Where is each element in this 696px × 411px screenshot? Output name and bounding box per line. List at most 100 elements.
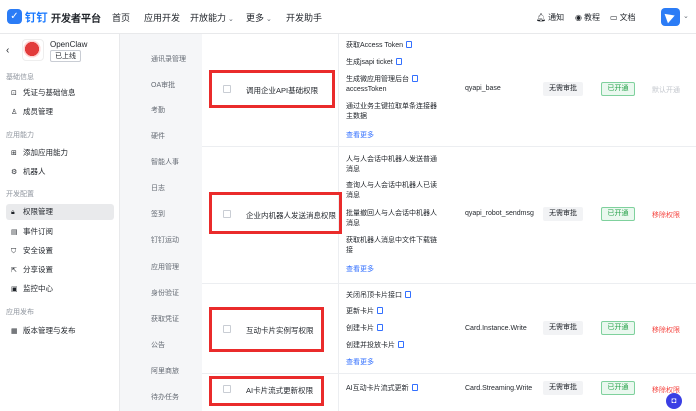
document-icon[interactable] bbox=[405, 291, 411, 298]
permission-code: Card.Streaming.Write bbox=[465, 385, 533, 392]
subnav-item[interactable]: 身份验证 bbox=[151, 288, 179, 298]
sidebar-item-security[interactable]: ⛉ 安全设置 bbox=[6, 243, 114, 259]
sidebar-item-permissions[interactable]: 🔒︎ 权限管理 bbox=[6, 204, 114, 220]
nav-app-dev[interactable]: 应用开发 bbox=[144, 11, 180, 24]
status-badge: 已开通 bbox=[601, 82, 635, 96]
dingtalk-logo-icon[interactable]: ✓ bbox=[7, 9, 22, 24]
subnav-item[interactable]: 通讯录管理 bbox=[151, 54, 186, 64]
subnav-item[interactable]: 待办任务 bbox=[151, 392, 179, 402]
chevron-down-icon[interactable]: ⌄ bbox=[683, 12, 689, 20]
subnav-item[interactable]: 智能人事 bbox=[151, 157, 179, 167]
document-icon[interactable] bbox=[411, 384, 418, 391]
robot-icon: ⚙ bbox=[11, 169, 18, 176]
logo-text[interactable]: 钉钉 bbox=[25, 9, 48, 25]
subnav-item[interactable]: 日志 bbox=[151, 183, 165, 193]
permission-name: 互动卡片实例写权限 bbox=[246, 326, 314, 335]
api-link[interactable]: 批量撤回人与人会话中机器人 消息 bbox=[346, 209, 437, 229]
sidebar-item-robot[interactable]: ⚙ 机器人 bbox=[6, 164, 114, 180]
ai-assistant-icon[interactable]: ◘ bbox=[666, 393, 682, 409]
view-more-link[interactable]: 查看更多 bbox=[346, 130, 374, 140]
sidebar-item-share[interactable]: ⇱ 分享设置 bbox=[6, 262, 114, 278]
remove-permission-button[interactable]: 移除权限 bbox=[652, 325, 680, 335]
view-more-link[interactable]: 查看更多 bbox=[346, 357, 374, 367]
subnav-item[interactable]: 签到 bbox=[151, 209, 165, 219]
tutorial-button[interactable]: ◉ 教程 bbox=[575, 12, 600, 23]
chevron-down-icon: ⌄ bbox=[228, 16, 234, 23]
sidebar-item-monitor[interactable]: ▣ 监控中心 bbox=[6, 281, 114, 297]
shield-icon: ⛉ bbox=[11, 248, 17, 255]
notification-button[interactable]: 🔔︎ 通知 bbox=[536, 12, 564, 23]
document-icon[interactable] bbox=[398, 341, 404, 348]
nav-more[interactable]: 更多 ⌄ bbox=[246, 11, 272, 24]
document-icon[interactable] bbox=[395, 58, 402, 65]
api-link[interactable]: 更新卡片 bbox=[346, 307, 383, 317]
document-icon: ▭ bbox=[610, 13, 618, 22]
permission-checkbox[interactable] bbox=[223, 385, 231, 393]
docs-button[interactable]: ▭ 文档 bbox=[610, 12, 636, 23]
status-badge: 已开通 bbox=[601, 321, 635, 335]
permission-code: Card.Instance.Write bbox=[465, 325, 527, 332]
lock-icon: 🔒︎ bbox=[11, 209, 15, 216]
subnav-item[interactable]: 获取凭证 bbox=[151, 314, 179, 324]
subnav-item[interactable]: 钉钉运动 bbox=[151, 235, 179, 245]
platform-title[interactable]: 开发者平台 bbox=[51, 10, 101, 25]
view-more-link[interactable]: 查看更多 bbox=[346, 264, 374, 274]
top-navigation-bar: ✓ 钉钉 开发者平台 首页 应用开发 开放能力 ⌄ 更多 ⌄ 开发助手 🔔︎ 通知 ◉… bbox=[0, 0, 696, 34]
app-name: OpenClaw bbox=[50, 40, 88, 49]
nav-home[interactable]: 首页 bbox=[112, 11, 130, 24]
left-sidebar: ‹ OpenClaw 已上线 基础信息 ⊡ 凭证与基础信息 ♙ 成员管理 应用能力 … bbox=[0, 34, 120, 411]
subnav-item[interactable]: 阿里商旅 bbox=[151, 366, 179, 376]
subnav-item[interactable]: 应用管理 bbox=[151, 262, 179, 272]
api-link[interactable]: AI互动卡片流式更新 bbox=[346, 384, 418, 394]
section-title-release: 应用发布 bbox=[6, 309, 34, 316]
user-avatar-button[interactable] bbox=[661, 8, 680, 26]
section-title-basic: 基础信息 bbox=[6, 74, 34, 81]
app-avatar bbox=[22, 39, 44, 61]
nav-open-capabilities[interactable]: 开放能力 ⌄ bbox=[190, 11, 234, 24]
section-title-dev-config: 开发配置 bbox=[6, 191, 34, 198]
api-link[interactable]: 生成jsapi ticket bbox=[346, 58, 402, 68]
api-link[interactable]: 创建卡片 bbox=[346, 324, 383, 334]
row-divider bbox=[202, 373, 696, 374]
permission-checkbox[interactable] bbox=[223, 85, 231, 93]
document-icon[interactable] bbox=[377, 307, 383, 314]
tutorial-icon: ◉ bbox=[575, 13, 582, 22]
api-link[interactable]: 通过业务主键拉取单条连接器 主数据 bbox=[346, 102, 437, 122]
monitor-icon: ▣ bbox=[11, 286, 18, 293]
sidebar-item-add-capability[interactable]: ⊞ 添加应用能力 bbox=[6, 145, 114, 161]
sidebar-item-version[interactable]: ▦ 版本管理与发布 bbox=[6, 323, 114, 339]
subnav-item[interactable]: 公告 bbox=[151, 340, 165, 350]
nav-dev-assistant[interactable]: 开发助手 bbox=[286, 11, 322, 24]
bell-icon: 🔔︎ bbox=[536, 13, 547, 22]
document-icon[interactable] bbox=[406, 41, 413, 48]
api-link[interactable]: 创建并投放卡片 bbox=[346, 341, 404, 351]
default-enabled-label: 默认开通 bbox=[652, 87, 680, 94]
api-link[interactable]: 关闭吊顶卡片接口 bbox=[346, 291, 411, 301]
permission-checkbox[interactable] bbox=[223, 325, 231, 333]
approval-tag: 无需审批 bbox=[543, 381, 583, 395]
sidebar-item-members[interactable]: ♙ 成员管理 bbox=[6, 104, 114, 120]
sidebar-item-events[interactable]: ▤ 事件订阅 bbox=[6, 224, 114, 240]
subnav-item[interactable]: 硬件 bbox=[151, 131, 165, 141]
document-icon[interactable] bbox=[412, 75, 418, 82]
permission-checkbox[interactable] bbox=[223, 210, 231, 218]
approval-tag: 无需审批 bbox=[543, 82, 583, 96]
section-title-capabilities: 应用能力 bbox=[6, 132, 34, 139]
remove-permission-button[interactable]: 移除权限 bbox=[652, 210, 680, 220]
api-link[interactable]: 生成微应用管理后台 accessToken bbox=[346, 75, 418, 95]
grid-icon: ⊞ bbox=[11, 150, 17, 157]
status-badge: 已开通 bbox=[601, 381, 635, 395]
back-arrow-icon[interactable]: ‹ bbox=[6, 45, 9, 56]
subnav-item[interactable]: OA审批 bbox=[151, 80, 175, 90]
row-divider bbox=[202, 146, 696, 147]
api-link[interactable]: 查询人与人会话中机器人已读 消息 bbox=[346, 181, 437, 201]
sidebar-item-credentials[interactable]: ⊡ 凭证与基础信息 bbox=[6, 85, 114, 101]
api-link[interactable]: 获取Access Token bbox=[346, 41, 413, 51]
api-link[interactable]: 人与人会话中机器人发送普通 消息 bbox=[346, 155, 437, 175]
subnav-item[interactable]: 考勤 bbox=[151, 105, 165, 115]
permission-name: 调用企业API基础权限 bbox=[246, 86, 319, 95]
document-icon[interactable] bbox=[377, 324, 383, 331]
permission-name: 企业内机器人发送消息权限 bbox=[246, 211, 336, 220]
member-icon: ♙ bbox=[11, 109, 18, 116]
api-link[interactable]: 获取机器人消息中文件下载链接 bbox=[346, 236, 437, 256]
